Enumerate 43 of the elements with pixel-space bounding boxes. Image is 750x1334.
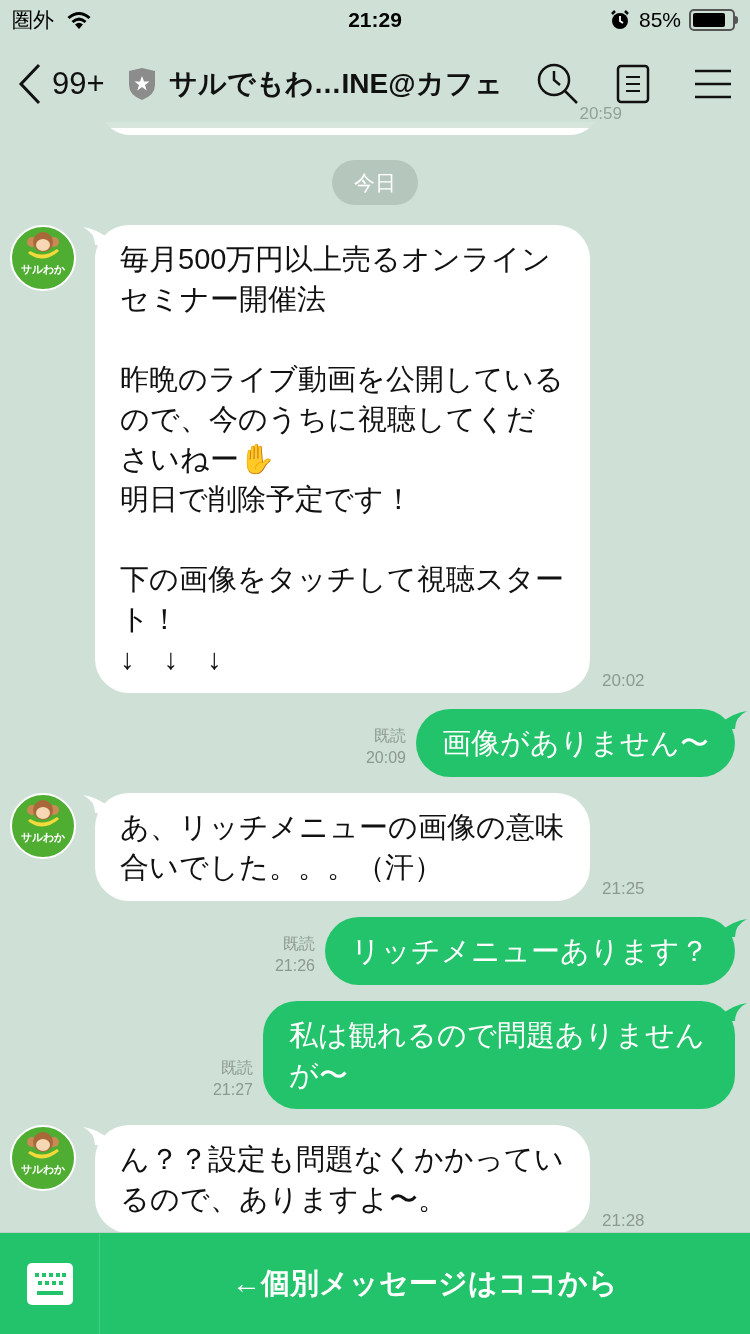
notes-button[interactable]	[616, 64, 650, 104]
message-text: ↓ ↓ ↓	[120, 642, 223, 677]
message-time: 20:59	[579, 104, 622, 124]
message-text: あ、リッチメニューの画像の意味合いでした。。。（汗）	[120, 810, 565, 885]
message-text: 昨晩のライブ動画を公開しているので、今のうちに視聴してくださいねー✋	[120, 362, 565, 477]
search-clock-icon	[536, 62, 580, 106]
logo-text: サルわか	[21, 1163, 65, 1175]
message-text: 画像がありません〜	[442, 726, 709, 761]
message-text: 毎月500万円以上売るオンラインセミナー開催法	[120, 242, 553, 317]
shield-star-icon	[126, 67, 157, 101]
avatar-logo[interactable]: サルわか	[10, 1125, 76, 1191]
avatar-logo[interactable]: サルわか	[10, 793, 76, 859]
message-time: 21:28	[602, 1209, 645, 1232]
carrier-text: 圏外	[12, 7, 54, 34]
logo-text: サルわか	[21, 831, 65, 843]
message-entry-button[interactable]: ←個別メッセージはココから	[100, 1233, 750, 1334]
logo-text: サルわか	[21, 263, 65, 275]
message-text: 下の画像をタッチして視聴スタート！	[120, 562, 565, 637]
chevron-left-icon	[18, 63, 42, 105]
avatar-logo[interactable]: サルわか	[10, 225, 76, 291]
menu-icon	[694, 68, 732, 100]
message-text: 明日で削除予定です！	[120, 482, 414, 517]
message-text: ん？？設定も問題なくかかっているので、ありますよ〜。	[120, 1142, 565, 1217]
message-time: 20:09	[365, 748, 406, 768]
message-time: 21:25	[602, 877, 645, 900]
read-receipt: 既読	[374, 726, 406, 746]
notes-icon	[616, 64, 650, 104]
chat-title: サルでもわ…INE@カフェ	[168, 67, 503, 101]
date-label: 今日	[332, 160, 418, 205]
keyboard-icon	[26, 1262, 73, 1305]
message-time: 21:27	[212, 1080, 253, 1100]
message-text: 私は観れるので問題ありませんが〜	[289, 1018, 706, 1093]
read-receipt: 既読	[221, 1058, 253, 1078]
read-receipt: 既読	[283, 934, 315, 954]
message-text: リッチメニューあります？	[351, 934, 709, 969]
clock-time: 21:29	[348, 7, 402, 34]
battery-percent: 85%	[638, 7, 681, 34]
message-time: 20:02	[602, 669, 645, 692]
search-history-button[interactable]	[536, 62, 580, 106]
message-time: 21:26	[274, 956, 315, 976]
battery-icon	[689, 9, 738, 31]
menu-button[interactable]	[694, 68, 732, 100]
back-button[interactable]: 99+	[18, 60, 105, 108]
